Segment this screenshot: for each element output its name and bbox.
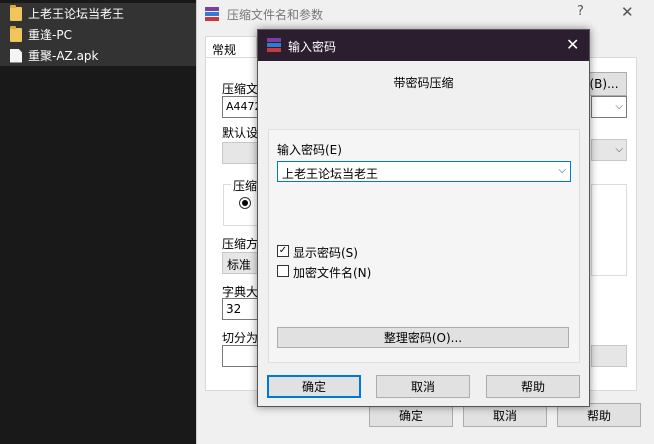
- method-combo[interactable]: 标准: [222, 252, 262, 274]
- password-cancel-button[interactable]: 取消: [376, 375, 470, 398]
- password-panel: 输入密码(E) 上老王论坛当老王 ⌵ ✓ 显示密码(S) 加密文件名(N) 整理…: [268, 129, 580, 363]
- default-settings-combo[interactable]: [222, 142, 262, 164]
- password-help-button[interactable]: 帮助: [486, 375, 580, 398]
- encrypt-filenames-checkbox[interactable]: [277, 265, 289, 277]
- tab-general[interactable]: 常规: [205, 36, 257, 58]
- file-item-apk[interactable]: 重聚-AZ.apk: [0, 45, 196, 66]
- password-dialog-subtitle: 带密码压缩: [393, 76, 454, 90]
- method-label: 压缩方: [222, 237, 259, 251]
- password-dialog-titlebar: 输入密码 ✕: [258, 30, 589, 61]
- file-name: 重聚-AZ.apk: [28, 49, 99, 63]
- file-name: 重逢-PC: [28, 28, 72, 42]
- folder-icon: [10, 25, 22, 42]
- close-icon[interactable]: ✕: [566, 35, 579, 54]
- format-group-label: 压缩: [231, 177, 260, 194]
- dialog-title: 压缩文件名和参数: [227, 8, 324, 22]
- password-dialog-title: 输入密码: [288, 40, 337, 54]
- show-password-checkbox[interactable]: ✓: [277, 245, 289, 257]
- show-password-label[interactable]: 显示密码(S): [293, 244, 358, 261]
- help-icon[interactable]: ?: [577, 4, 584, 19]
- chevron-down-icon: ⌵: [615, 144, 623, 155]
- winrar-icon: [205, 7, 219, 21]
- file-name: 上老王论坛当老王: [28, 7, 125, 21]
- encrypt-filenames-label[interactable]: 加密文件名(N): [293, 264, 371, 281]
- parameters-button[interactable]: [591, 345, 627, 367]
- file-icon: [10, 48, 22, 63]
- profile-combo[interactable]: ⌵: [591, 96, 627, 118]
- default-settings-label: 默认设: [222, 126, 259, 140]
- close-icon[interactable]: ✕: [621, 3, 634, 21]
- organize-passwords-button[interactable]: 整理密码(O)...: [277, 327, 569, 348]
- split-volume-input[interactable]: [222, 345, 262, 367]
- winrar-icon: [267, 38, 281, 52]
- file-list: 上老王论坛当老王 重逢-PC 重聚-AZ.apk: [0, 0, 196, 444]
- dictionary-combo[interactable]: 32: [222, 298, 262, 320]
- chevron-down-icon[interactable]: ⌵: [558, 165, 566, 176]
- archive-name-label: 压缩文: [222, 82, 259, 96]
- file-item-folder-2[interactable]: 重逢-PC: [0, 24, 196, 45]
- password-ok-button[interactable]: 确定: [267, 375, 361, 398]
- password-label: 输入密码(E): [277, 143, 342, 157]
- password-dialog: 输入密码 ✕ 带密码压缩 输入密码(E) 上老王论坛当老王 ⌵ ✓ 显示密码(S…: [257, 29, 590, 407]
- options-group: [591, 184, 627, 276]
- split-label: 切分为: [222, 331, 259, 345]
- password-value: 上老王论坛当老王: [282, 167, 379, 181]
- folder-icon: [10, 4, 22, 21]
- chevron-down-icon: ⌵: [615, 101, 623, 112]
- format-radio[interactable]: [239, 197, 251, 209]
- update-mode-combo[interactable]: ⌵: [591, 139, 627, 161]
- file-item-folder-1[interactable]: 上老王论坛当老王: [0, 3, 196, 24]
- password-combo[interactable]: 上老王论坛当老王 ⌵: [277, 161, 571, 182]
